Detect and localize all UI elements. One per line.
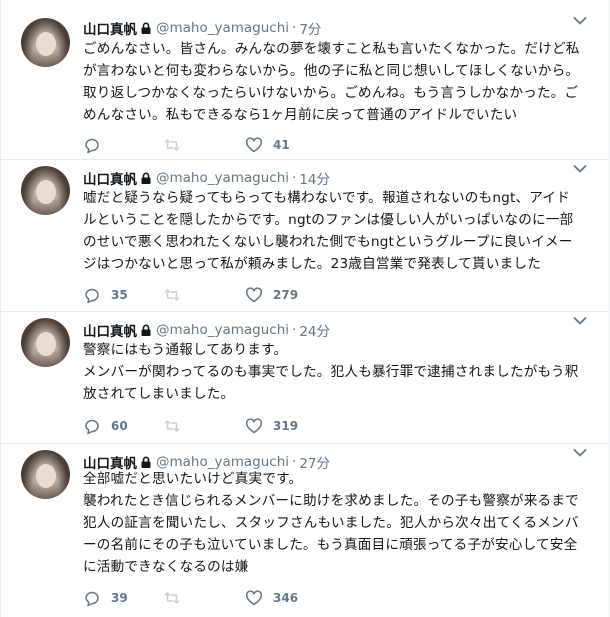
chevron-down-icon[interactable]: [573, 164, 587, 174]
reply-icon: [85, 138, 99, 154]
tweet-text-line: のせいで悪く思われたくないし襲われた側でもngtというグループに良いイメー: [83, 234, 573, 250]
tweet[interactable]: 山口真帆 @maho_yamaguchi · 24分 警察にはもう通報してありま…: [1, 312, 609, 444]
separator: ·: [292, 20, 297, 36]
tweet-text-line: 放されてしまいました。: [83, 386, 235, 402]
avatar[interactable]: [21, 318, 70, 367]
like-button[interactable]: 319: [245, 416, 298, 436]
timestamp[interactable]: 14分: [299, 168, 330, 188]
lock-icon: [141, 172, 151, 184]
tweet-actions: 41: [83, 135, 343, 155]
tweet-text-line: 犯人の証言を聞いたし、スタッフさんもいました。犯人から次々出てくるメンバ: [83, 515, 579, 531]
like-button[interactable]: 279: [245, 285, 298, 305]
tweet-text-line: ルということを隠したからです。ngtのファンは優しい人がいっぱいなのに一部: [83, 212, 574, 228]
timestamp[interactable]: 24分: [299, 320, 330, 340]
display-name[interactable]: 山口真帆: [83, 18, 137, 38]
reply-button[interactable]: [83, 135, 111, 155]
tweet-text-line: 全部嘘だと思いたいけど真実です。: [83, 471, 303, 487]
username[interactable]: @maho_yamaguchi: [156, 322, 289, 338]
like-count: 346: [273, 591, 299, 605]
tweet-text-line: ジはつかないと思って私が頼みました。23歳自営業で発表して貰いました: [83, 256, 542, 272]
tweet-actions: 60 319: [83, 416, 343, 436]
chevron-down-icon[interactable]: [573, 448, 587, 458]
like-count: 279: [273, 288, 299, 302]
tweet-header: 山口真帆 @maho_yamaguchi · 14分: [83, 168, 330, 188]
reply-button[interactable]: 60: [83, 416, 128, 436]
tweet-text-line: 警察にはもう通報してあります。: [83, 342, 288, 358]
retweet-icon: [164, 138, 180, 152]
avatar[interactable]: [21, 166, 70, 215]
chevron-down-icon[interactable]: [573, 316, 587, 326]
retweet-button[interactable]: [163, 135, 191, 155]
like-button[interactable]: 41: [245, 135, 290, 155]
tweet-text: ごめんなさい。皆さん。みんなの夢を壊すこと私も言いたくなかった。だけど私 が言わな…: [83, 38, 593, 126]
avatar[interactable]: [21, 450, 70, 499]
tweet-header: 山口真帆 @maho_yamaguchi · 24分: [83, 320, 330, 340]
timestamp[interactable]: 7分: [299, 18, 321, 38]
heart-icon: [246, 590, 262, 606]
retweet-icon: [164, 419, 180, 433]
reply-button[interactable]: 35: [83, 285, 128, 305]
separator: ·: [292, 322, 297, 338]
reply-icon: [85, 288, 99, 304]
reply-icon: [85, 591, 99, 607]
lock-icon: [141, 22, 151, 34]
retweet-button[interactable]: [163, 285, 191, 305]
separator: ·: [292, 170, 297, 186]
tweet[interactable]: 山口真帆 @maho_yamaguchi · 14分 嘘だと疑うなら疑ってもらっ…: [1, 160, 609, 312]
retweet-button[interactable]: [163, 588, 191, 608]
reply-icon: [85, 419, 99, 435]
tweet[interactable]: 山口真帆 @maho_yamaguchi · 7分 ごめんなさい。皆さん。みんな…: [1, 12, 609, 160]
tweet-text-line: 取り返しつかなくなったらいけないから。ごめんね。もう言うしかなかった。ご: [83, 85, 579, 101]
tweet-text: 警察にはもう通報してあります。メンバーが関わってるのも事実でした。犯人も暴行罪で…: [83, 339, 593, 405]
tweet-text-line: が言わないと何も変わらないから。他の子に私と同じ想いしてほしくないから。: [83, 63, 580, 79]
like-count: 41: [273, 138, 290, 152]
timeline: 山口真帆 @maho_yamaguchi · 7分 ごめんなさい。皆さん。みんな…: [0, 0, 610, 617]
tweet-text-line: 嘘だと疑うなら疑ってもらっても構わないです。報道されないのもngt、アイド: [83, 190, 570, 206]
tweet-actions: 35 279: [83, 285, 343, 305]
avatar[interactable]: [21, 18, 70, 67]
chevron-down-icon[interactable]: [573, 16, 587, 26]
like-count: 319: [273, 419, 299, 433]
tweet-text-line: メンバーが関わってるのも事実でした。犯人も暴行罪で逮捕されましたがもう釈: [83, 364, 579, 380]
heart-icon: [246, 418, 262, 434]
username[interactable]: @maho_yamaguchi: [156, 170, 289, 186]
like-button[interactable]: 346: [245, 588, 298, 608]
tweet-text-line: めんなさい。私もできるなら1ヶ月前に戻って普通のアイドルでいたい: [83, 107, 518, 123]
tweet-actions: 39 346: [83, 588, 343, 608]
tweet-text: 全部嘘だと思いたいけど真実です。襲われたとき信じられるメンバーに助けを求めました…: [83, 468, 593, 578]
tweet-text-line: ーの名前にその子も泣いていました。もう真面目に頑張ってる子が安心して安全: [83, 537, 578, 553]
reply-count: 39: [111, 591, 128, 605]
reply-count: 60: [111, 419, 128, 433]
tweet-text: 嘘だと疑うなら疑ってもらっても構わないです。報道されないのもngt、アイド ルとい…: [83, 187, 593, 275]
retweet-button[interactable]: [163, 416, 191, 436]
retweet-icon: [164, 591, 180, 605]
tweet-text-line: に活動できなくなるのは嫌: [83, 559, 249, 575]
reply-count: 35: [111, 288, 128, 302]
display-name[interactable]: 山口真帆: [83, 320, 137, 340]
tweet-text-line: 襲われたとき信じられるメンバーに助けを求めました。その子も警察が来るまで: [83, 493, 579, 509]
heart-icon: [246, 137, 262, 153]
retweet-icon: [164, 288, 180, 302]
display-name[interactable]: 山口真帆: [83, 168, 137, 188]
heart-icon: [246, 287, 262, 303]
lock-icon: [141, 324, 151, 336]
tweet-header: 山口真帆 @maho_yamaguchi · 7分: [83, 18, 321, 38]
tweet[interactable]: 山口真帆 @maho_yamaguchi · 27分 全部嘘だと思いたいけど真実…: [1, 444, 609, 617]
reply-button[interactable]: 39: [83, 588, 128, 608]
tweet-text-line: ごめんなさい。皆さん。みんなの夢を壊すこと私も言いたくなかった。だけど私: [83, 41, 580, 57]
lock-icon: [141, 456, 151, 468]
username[interactable]: @maho_yamaguchi: [156, 20, 289, 36]
